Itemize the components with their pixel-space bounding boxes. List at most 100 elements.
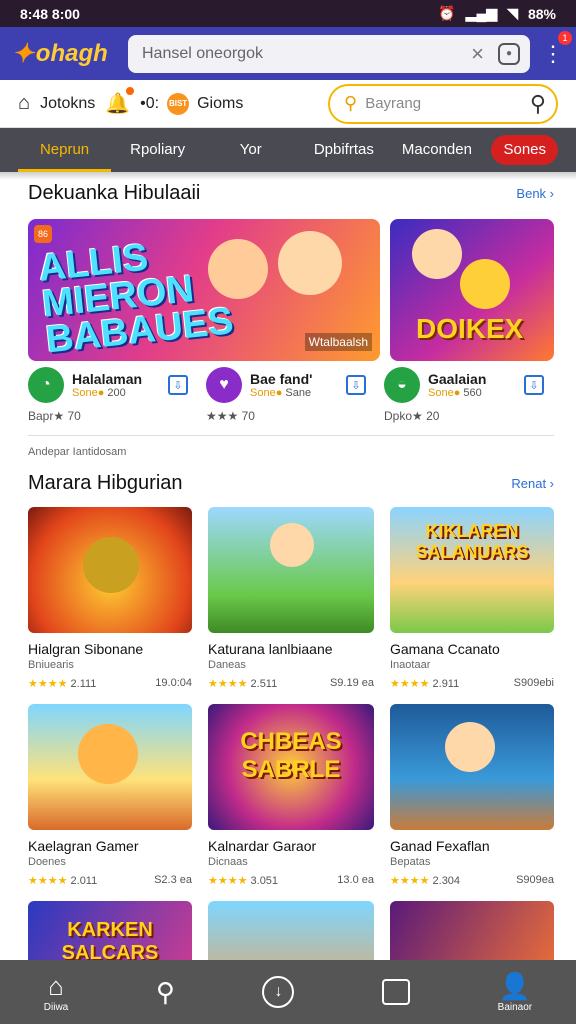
search-value: Hansel oneorgok xyxy=(142,44,263,62)
logo-text: ohagh xyxy=(35,39,108,67)
notification-dot: 1 xyxy=(558,30,572,45)
game-title: Hialgran Sibonane xyxy=(28,641,144,657)
game-thumbnail: CHBEAS SABRLE xyxy=(208,704,374,830)
alarm-icon: ⏰ xyxy=(438,5,456,21)
character-art xyxy=(278,231,342,295)
app-logo[interactable]: ✦ ohagh xyxy=(12,38,116,69)
coins-link[interactable]: •0: BIST Gioms xyxy=(140,92,244,115)
home-shortcut[interactable]: ⌂ xyxy=(18,92,30,115)
tabs-shadow xyxy=(0,172,576,180)
game-title: Ganad Fexaflan xyxy=(390,838,490,854)
app-name: Gaalaian xyxy=(428,371,487,387)
app-bar: ✦ ohagh Hansel oneorgok × ● ⋮ 1 xyxy=(0,27,576,80)
section-header-games: Marara Hibgurian Renat › xyxy=(0,472,576,495)
game-thumbnail: KIKLAREN SALANUARS xyxy=(390,507,554,633)
banner-title: ALLIS MIERON BABAUES xyxy=(37,231,236,361)
jokers-link[interactable]: Jotokns xyxy=(40,95,95,113)
thumbnail-title-art: CHBEAS SABRLE xyxy=(240,728,342,783)
app-icon: ◒ xyxy=(384,367,420,403)
thumbnail-title-art: KARKEN SALCARS xyxy=(61,919,159,964)
game-stats: ★★★★ 2.011 S2.3 ea xyxy=(28,874,192,887)
app-meta: Sone● 200 xyxy=(72,387,126,399)
see-more-link[interactable]: Benk › xyxy=(516,186,554,201)
thumbnail-title-art: KIKLAREN SALANUARS xyxy=(415,521,529,562)
secondary-search-input[interactable]: ⚲ Bayrang ⚲ xyxy=(328,83,558,124)
app-item[interactable]: ♥ Bae fand' Sone● Sane ⇩ ★★★ 70 xyxy=(206,367,366,423)
tab-3[interactable]: Dpbifrtas xyxy=(297,128,390,172)
bell-icon: 🔔 xyxy=(105,93,131,115)
see-more-link[interactable]: Renat › xyxy=(511,476,554,491)
game-category: Bniuearis xyxy=(28,659,74,671)
tab-5[interactable]: Sones xyxy=(491,135,559,165)
app-name: Halalaman xyxy=(72,371,143,387)
clear-icon[interactable]: × xyxy=(471,41,484,67)
signal-icon: ▂▄▆ xyxy=(465,5,498,21)
coin-icon: BIST xyxy=(167,92,190,115)
game-thumbnail xyxy=(208,507,374,633)
download-icon[interactable]: ⇩ xyxy=(168,375,188,395)
character-art xyxy=(412,229,462,279)
app-item[interactable]: ◔ Halalaman Sone● 200 ⇩ Bapr★ 70 xyxy=(28,367,188,423)
featured-banner-main[interactable]: 86 ALLIS MIERON BABAUES Wtalbaalsh xyxy=(28,219,380,361)
section-note: Andepar Iantidosam xyxy=(28,446,127,458)
featured-apps-row: ◔ Halalaman Sone● 200 ⇩ Bapr★ 70 ♥ Bae f… xyxy=(0,361,576,423)
gioms-label: Gioms xyxy=(197,94,244,112)
tab-4[interactable]: Maconden xyxy=(390,128,483,172)
counter-text: •0: xyxy=(140,94,160,112)
download-icon[interactable]: ⇩ xyxy=(524,375,544,395)
search-icon: ⚲ xyxy=(155,977,175,1007)
battery-level: 88% xyxy=(527,5,556,22)
character-art xyxy=(460,259,510,309)
app-icon: ◔ xyxy=(28,367,64,403)
featured-banner-side[interactable]: DOIKEX xyxy=(390,219,554,361)
game-card[interactable]: Katurana lanlbiaane Daneas ★★★★ 2.511 S9.… xyxy=(208,507,374,690)
app-rating: ★★★ 70 xyxy=(206,409,255,423)
game-card[interactable]: KIKLAREN SALANUARS Gamana Ccanato Inaota… xyxy=(390,507,554,690)
game-stats: ★★★★ 2.511 S9.19 ea xyxy=(208,677,374,690)
search-submit-icon[interactable]: ⚲ xyxy=(530,91,546,117)
game-thumbnail xyxy=(390,704,554,830)
nav-home[interactable]: ⌂ Diiwa xyxy=(44,972,68,1013)
more-menu-button[interactable]: ⋮ 1 xyxy=(542,30,572,67)
nav-label: Bainaor xyxy=(497,1001,533,1013)
top-search-input[interactable]: Hansel oneorgok × ● xyxy=(128,34,530,73)
nav-profile[interactable]: 👤 Bainaor xyxy=(498,972,532,1013)
nav-search[interactable]: ⚲ xyxy=(156,978,175,1006)
tab-2[interactable]: Yor xyxy=(204,128,297,172)
jokers-label: Jotokns xyxy=(40,94,96,112)
section-title: Dekuanka Hibulaaii xyxy=(28,182,201,204)
app-rating: Dpko★ 20 xyxy=(384,409,440,423)
game-thumbnail xyxy=(28,507,192,633)
notifications-button[interactable]: 🔔 xyxy=(105,87,135,116)
download-icon[interactable]: ⇩ xyxy=(346,375,366,395)
game-card[interactable]: Hialgran Sibonane Bniuearis ★★★★ 2.111 19… xyxy=(28,507,192,690)
nav-library[interactable] xyxy=(382,979,411,1005)
game-stats: ★★★★ 2.304 S909ea xyxy=(390,874,554,887)
status-icons: ⏰ ▂▄▆ ◥ 88% xyxy=(438,5,556,22)
tab-1[interactable]: Rpoliary xyxy=(111,128,204,172)
status-bar: 8:48 8:00 ⏰ ▂▄▆ ◥ 88% xyxy=(0,0,576,27)
featured-carousel: 86 ALLIS MIERON BABAUES Wtalbaalsh DOIKE… xyxy=(0,205,576,361)
home-icon: ⌂ xyxy=(18,92,31,114)
secondary-bar: ⌂ Jotokns 🔔 •0: BIST Gioms ⚲ Bayrang ⚲ xyxy=(0,80,576,128)
game-category: Inaotaar xyxy=(390,659,431,671)
game-title: Kalnardar Garaor xyxy=(208,838,317,854)
game-card[interactable]: Kaelagran Gamer Doenes ★★★★ 2.011 S2.3 ea xyxy=(28,704,192,887)
nav-label: Diiwa xyxy=(43,1001,69,1013)
scan-icon[interactable]: ● xyxy=(498,42,520,65)
status-time: 8:48 8:00 xyxy=(20,5,80,22)
profile-icon: 👤 xyxy=(498,970,532,1001)
banner-subtitle: Wtalbaalsh xyxy=(304,333,372,351)
app-item[interactable]: ◒ Gaalaian Sone● 560 ⇩ Dpko★ 20 xyxy=(384,367,544,423)
bottom-navigation: ⌂ Diiwa ⚲ ↓ 👤 Bainaor xyxy=(0,960,576,1024)
app-name: Bae fand' xyxy=(250,371,313,387)
tab-0[interactable]: Neprun xyxy=(18,128,112,172)
search-icon: ⚲ xyxy=(344,93,358,113)
nav-downloads[interactable]: ↓ xyxy=(262,976,295,1008)
game-card[interactable]: CHBEAS SABRLE Kalnardar Garaor Dicnaas ★… xyxy=(208,704,374,887)
app-meta: Sone● Sane xyxy=(250,387,312,399)
game-card[interactable]: Ganad Fexaflan Bepatas ★★★★ 2.304 S909ea xyxy=(390,704,554,887)
search-placeholder: Bayrang xyxy=(365,95,422,112)
wifi-icon: ◥ xyxy=(507,5,518,21)
game-title: Gamana Ccanato xyxy=(390,641,500,657)
